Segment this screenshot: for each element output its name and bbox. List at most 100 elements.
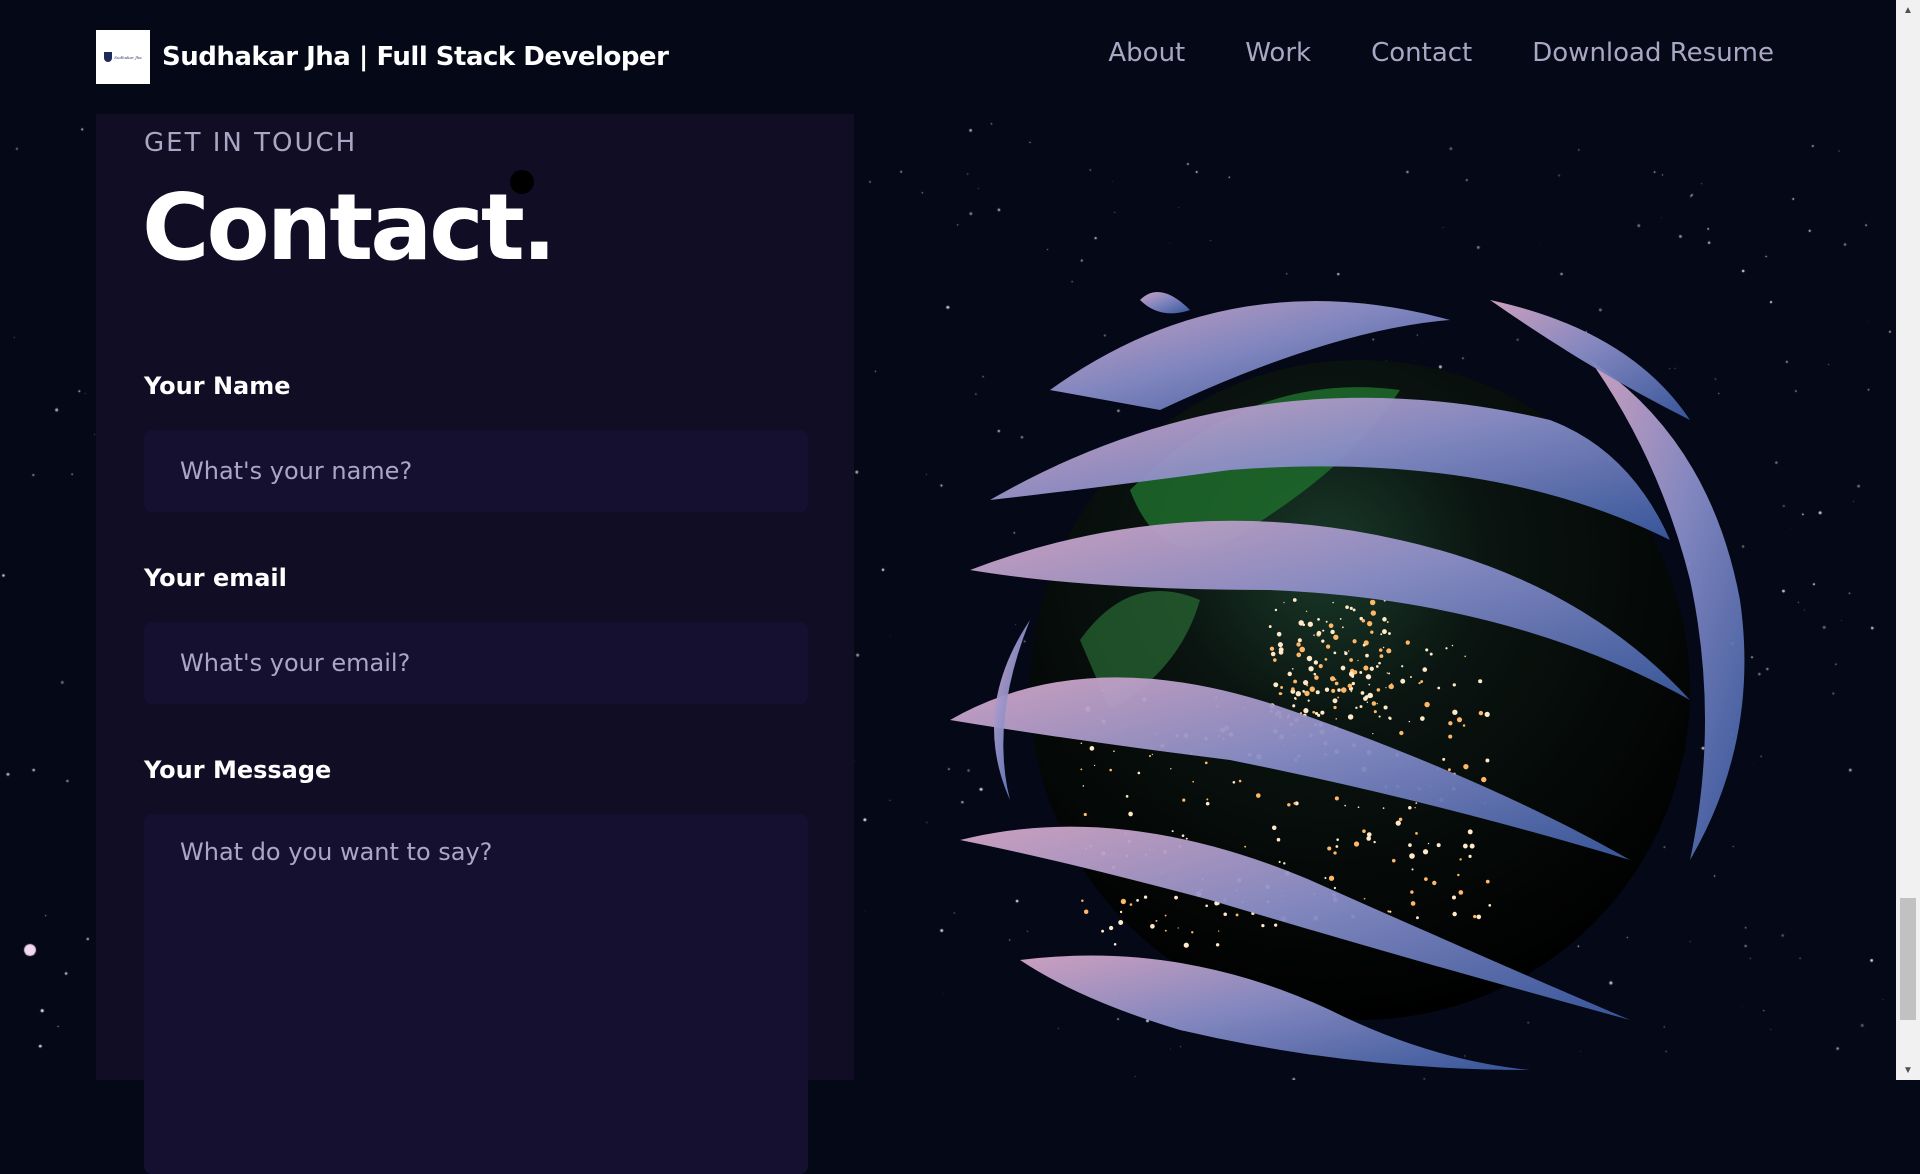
message-label: Your Message: [144, 756, 332, 784]
city-light: [1313, 660, 1319, 665]
city-light: [1427, 842, 1430, 845]
city-light: [1296, 652, 1302, 658]
city-light: [1378, 715, 1381, 718]
scrollbar-thumb[interactable]: [1900, 898, 1916, 1020]
city-light: [1462, 724, 1466, 727]
city-light: [1348, 650, 1350, 652]
city-light: [1119, 910, 1123, 914]
city-light: [1273, 658, 1277, 662]
scrollbar[interactable]: ▲ ▼: [1896, 0, 1920, 1080]
city-light: [1089, 746, 1095, 751]
city-light: [1368, 683, 1371, 686]
city-light: [1478, 679, 1483, 684]
city-light: [1387, 910, 1390, 913]
city-light: [1457, 873, 1460, 877]
city-light: [1150, 923, 1155, 929]
city-light: [1408, 720, 1411, 723]
city-light: [1276, 631, 1282, 637]
city-light: [1299, 646, 1306, 653]
city-light: [1274, 608, 1278, 612]
city-light: [1128, 811, 1133, 817]
earth-globe-3d[interactable]: [930, 240, 1810, 1080]
city-light: [1204, 761, 1208, 765]
city-light: [1386, 621, 1389, 624]
city-light: [1408, 805, 1412, 810]
city-light: [1360, 691, 1365, 695]
city-light: [1344, 651, 1348, 656]
city-light: [1375, 665, 1379, 668]
name-input[interactable]: [144, 430, 808, 512]
city-light: [1400, 678, 1406, 684]
city-light: [1405, 640, 1410, 645]
city-light: [1333, 851, 1337, 855]
city-light: [1278, 649, 1284, 655]
city-light: [1424, 877, 1428, 881]
city-light: [1305, 610, 1308, 613]
city-light: [1382, 629, 1387, 635]
city-light: [1362, 829, 1366, 833]
city-light: [1366, 701, 1369, 703]
city-light: [1269, 646, 1275, 651]
city-light: [1367, 692, 1373, 699]
email-input[interactable]: [144, 622, 808, 704]
city-light: [1410, 676, 1412, 678]
city-light: [1369, 599, 1376, 606]
city-light: [1415, 831, 1418, 835]
city-light: [1369, 666, 1374, 671]
city-light: [1409, 853, 1415, 859]
city-light: [1351, 681, 1356, 686]
city-light: [1101, 929, 1105, 933]
nav-about[interactable]: About: [1108, 38, 1185, 68]
city-light: [1473, 914, 1477, 919]
message-textarea[interactable]: [144, 814, 808, 1174]
nav-download-resume[interactable]: Download Resume: [1532, 38, 1774, 68]
city-light: [1244, 845, 1247, 848]
city-light: [1308, 666, 1314, 672]
city-light: [1352, 608, 1356, 612]
city-light: [1083, 909, 1089, 914]
city-light: [1136, 899, 1139, 902]
city-light: [1383, 705, 1388, 710]
city-light: [1292, 598, 1297, 602]
city-light: [1341, 626, 1344, 629]
city-light: [1399, 730, 1404, 736]
city-light: [1307, 621, 1313, 627]
city-light: [1334, 681, 1339, 686]
city-light: [1309, 686, 1315, 692]
city-light: [1448, 721, 1453, 726]
city-light: [1388, 717, 1392, 720]
city-light: [1337, 688, 1341, 692]
city-light: [1333, 886, 1337, 890]
city-light: [1205, 801, 1210, 806]
city-light: [1174, 895, 1178, 900]
city-light: [1385, 687, 1387, 689]
city-light: [1113, 943, 1117, 946]
city-light: [1080, 742, 1083, 745]
nav-work[interactable]: Work: [1245, 38, 1311, 68]
city-light: [1437, 686, 1441, 690]
city-light: [1164, 929, 1167, 932]
city-light: [1082, 785, 1085, 787]
city-light: [1337, 696, 1340, 699]
city-light: [1185, 837, 1188, 840]
city-light: [1418, 681, 1421, 685]
city-light: [1485, 879, 1490, 884]
logo-text: Sudhakar Jha: [114, 54, 142, 60]
city-light: [1278, 860, 1281, 864]
home-link[interactable]: Sudhakar Jha Sudhakar Jha | Full Stack D…: [96, 30, 669, 84]
city-light: [1410, 890, 1414, 894]
arrow-up-icon[interactable]: ▲: [1896, 0, 1920, 20]
city-light: [1313, 672, 1317, 676]
city-light: [1315, 690, 1320, 695]
city-light: [1278, 692, 1282, 696]
nav-contact[interactable]: Contact: [1371, 38, 1472, 68]
navbar: Sudhakar Jha Sudhakar Jha | Full Stack D…: [0, 0, 1896, 114]
section-subhead: GET IN TOUCH: [144, 128, 358, 158]
city-light: [1295, 691, 1302, 697]
arrow-down-icon[interactable]: ▼: [1896, 1060, 1920, 1080]
city-light: [1302, 623, 1306, 627]
city-light: [1324, 658, 1328, 661]
city-light: [1148, 754, 1152, 758]
city-light: [1081, 899, 1084, 902]
city-light: [1206, 798, 1209, 801]
